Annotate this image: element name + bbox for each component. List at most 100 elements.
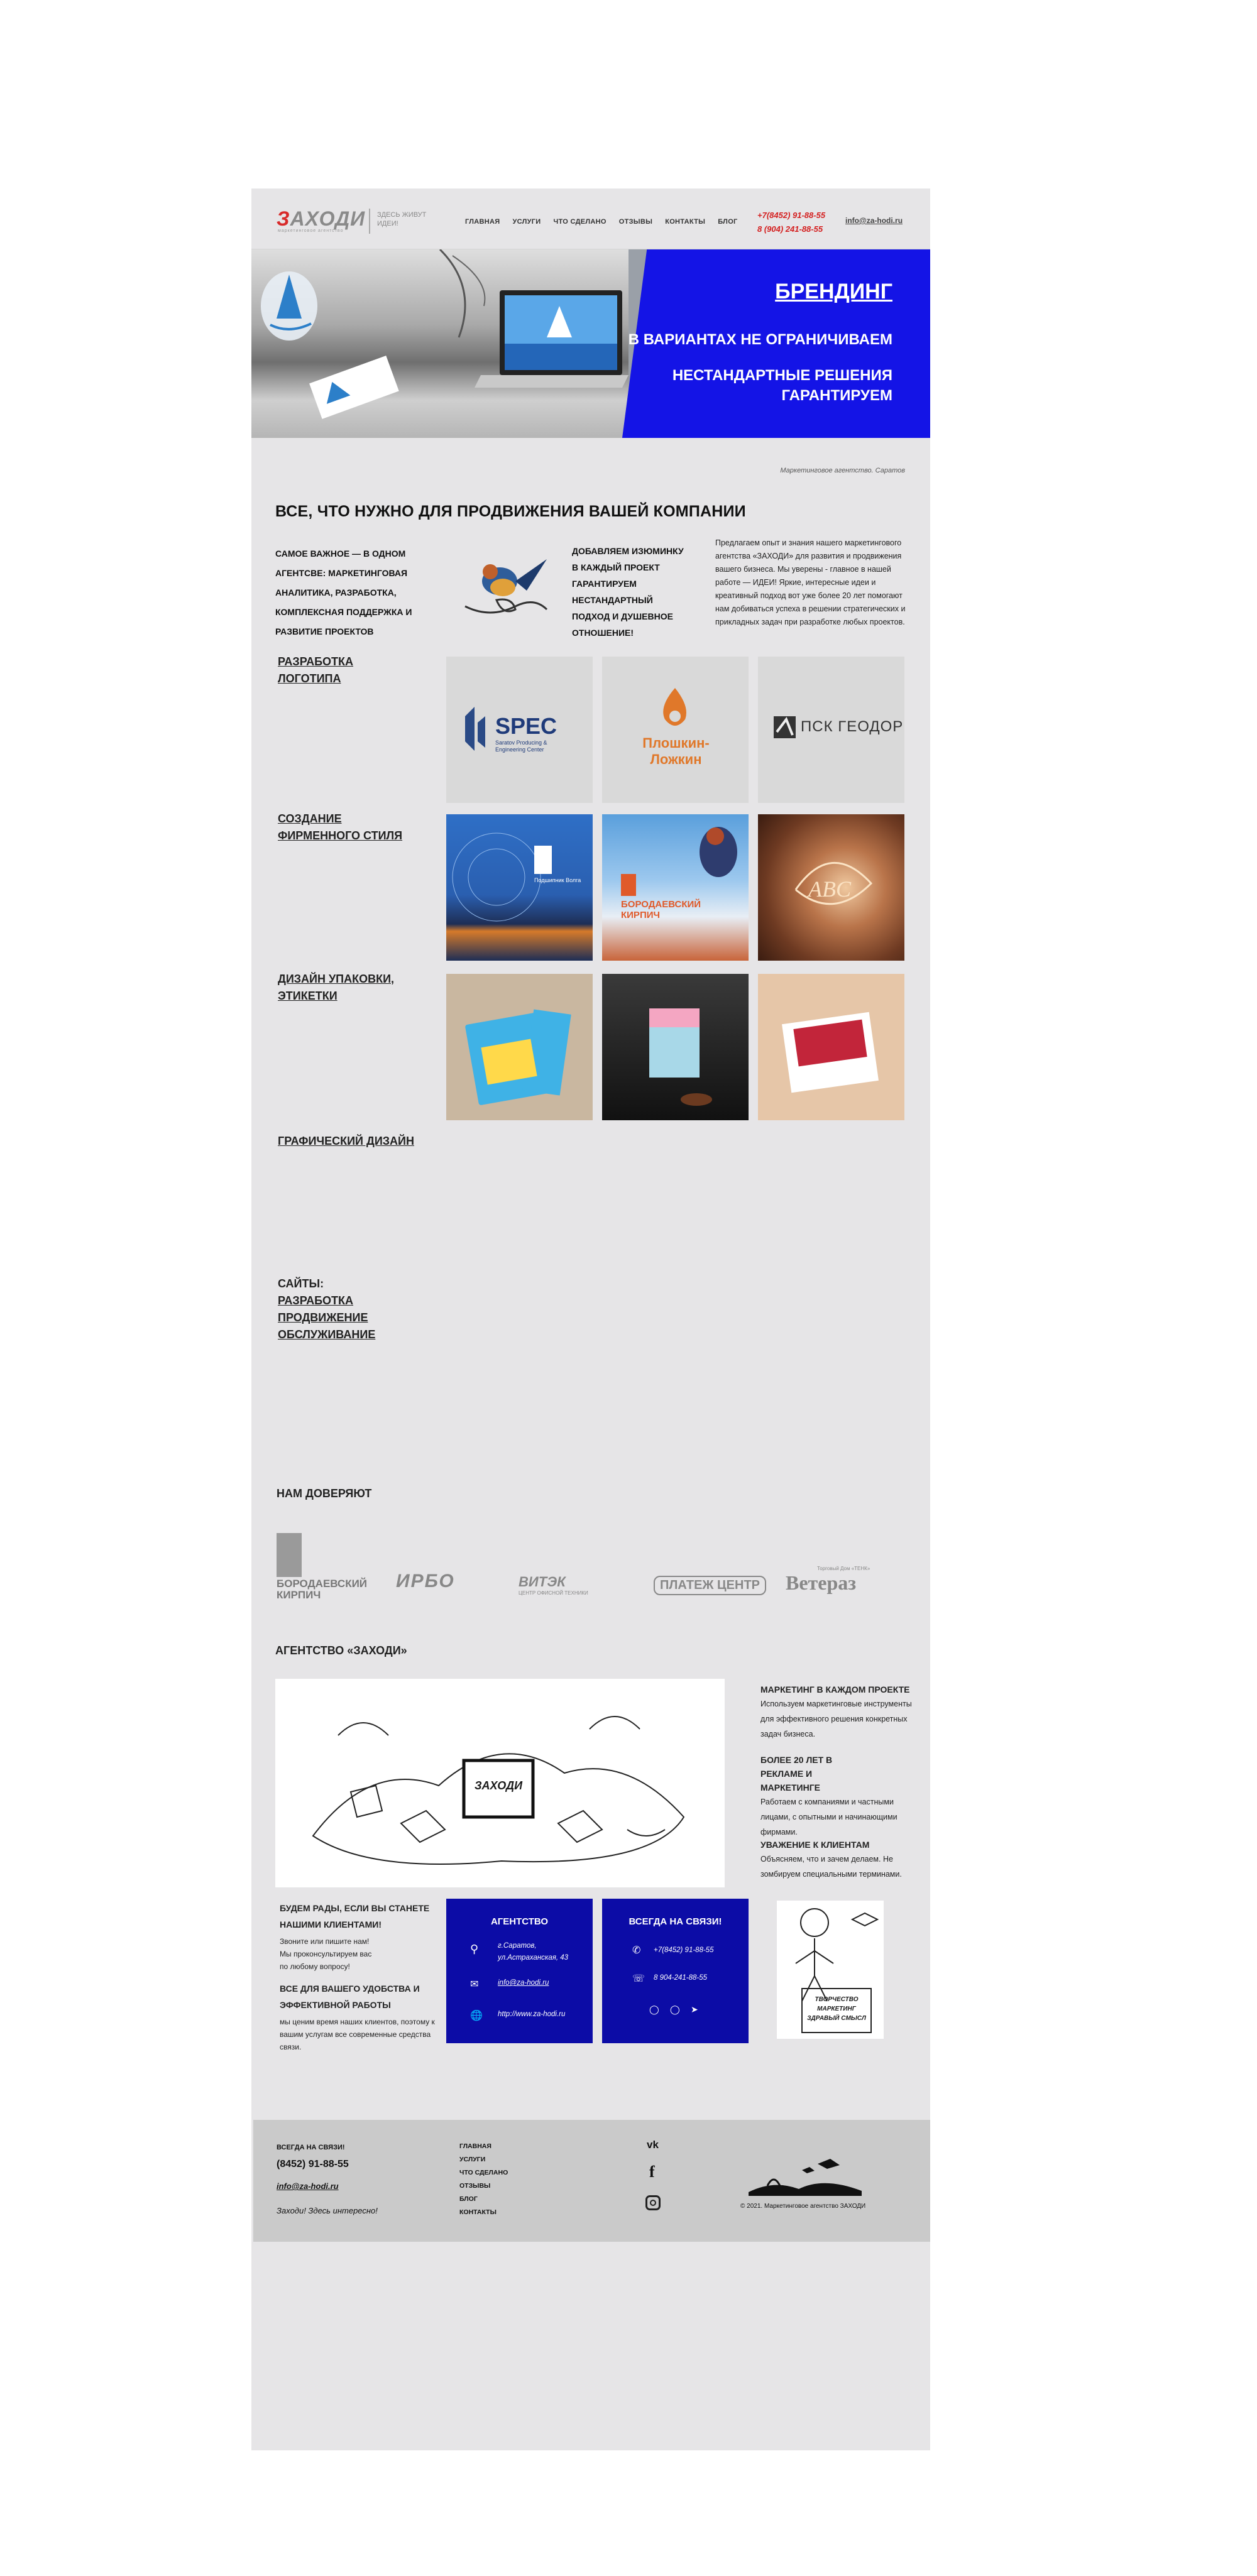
feature-respect: УВАЖЕНИЕ К КЛИЕНТАМ Объясняем, что и зач… (760, 1838, 918, 1882)
contact-ease-title: ВСЕ ДЛЯ ВАШЕГО УДОБСТВА И ЭФФЕКТИВНОЙ РА… (280, 1984, 420, 2010)
site-logo[interactable]: ЗАХОДИ (277, 207, 365, 231)
portfolio-tile-psk[interactable]: ПСК ГЕОДОР (758, 657, 904, 803)
portfolio-tile-boxes[interactable] (602, 974, 749, 1120)
footer-link-portfolio[interactable]: ЧТО СДЕЛАНО (459, 2166, 508, 2180)
footer-copyright: © 2021. Маркетинговое агентство ЗАХОДИ (740, 2203, 866, 2210)
footer-link-blog[interactable]: БЛОГ (459, 2193, 508, 2206)
hero-line-1: В ВАРИАНТАХ НЕ ОГРАНИЧИВАЕМ (628, 331, 892, 348)
facebook-icon[interactable]: f (649, 2163, 655, 2181)
header-phones: +7(8452) 91-88-55 8 (904) 241-88-55 (757, 209, 825, 236)
hero-caption: Маркетинговое агентство. Саратов (780, 467, 905, 474)
whatsapp-icon[interactable]: ◯ (670, 2004, 680, 2015)
header-phone-1[interactable]: +7(8452) 91-88-55 (757, 209, 825, 222)
trust-heading: НАМ ДОВЕРЯЮТ (277, 1487, 372, 1500)
logo-divider (369, 209, 370, 234)
feature-respect-text: Объясняем, что и зачем делаем. Не зомбир… (760, 1855, 902, 1879)
footer-link-services[interactable]: УСЛУГИ (459, 2153, 508, 2166)
feature-marketing-text: Используем маркетинговые инструменты для… (760, 1700, 912, 1738)
borodaevsky-word-1: БОРОДАЕВСКИЙ (621, 899, 701, 910)
section-style-link[interactable]: СОЗДАНИЕ ФИРМЕННОГО СТИЛЯ (278, 810, 403, 844)
section-logo-link[interactable]: РАЗРАБОТКА ЛОГОТИПА (278, 653, 353, 687)
sites-support-link[interactable]: ОБСЛУЖИВАНИЕ (278, 1326, 403, 1343)
footer-link-reviews[interactable]: ОТЗЫВЫ (459, 2180, 508, 2193)
poster-text: ТВОРЧЕСТВО МАРКЕТИНГ ЗДРАВЫЙ СМЫСЛ (807, 1996, 866, 2022)
portfolio-tile-borodaevsky[interactable]: БОРОДАЕВСКИЙ КИРПИЧ (602, 814, 749, 961)
portfolio-tile-podshipnik[interactable]: Подшипник Волга (446, 814, 593, 961)
footer-link-contacts[interactable]: КОНТАКТЫ (459, 2206, 508, 2219)
sites-promotion-link[interactable]: ПРОДВИЖЕНИЕ (278, 1309, 403, 1326)
portfolio-tile-spec[interactable]: SPEC Saratov Producing & Engineering Cen… (446, 657, 593, 803)
laptop-mockup-image (261, 249, 628, 419)
intro-right-text: Предлагаем опыт и знания нашего маркетин… (715, 538, 906, 626)
portfolio-tile-ploshkin[interactable]: Плошкин-Ложкин (602, 657, 749, 803)
footer-slogan: Заходи! Здесь интересно! (277, 2206, 378, 2215)
viber-icon[interactable]: ◯ (649, 2004, 659, 2015)
instagram-icon[interactable] (645, 2195, 661, 2210)
location-pin-icon: ⚲ (470, 1943, 479, 1955)
online-box-title: ВСЕГДА НА СВЯЗИ! (628, 1916, 722, 1927)
client-sub-vitek: ЦЕНТР ОФИСНОЙ ТЕХНИКИ (519, 1590, 588, 1596)
footer-link-home[interactable]: ГЛАВНАЯ (459, 2140, 508, 2153)
agency-email-link[interactable]: info@za-hodi.ru (498, 1979, 549, 1987)
swallow-illustration (464, 559, 548, 614)
telegram-icon[interactable]: ➤ (691, 2004, 698, 2015)
feature-marketing: МАРКЕТИНГ В КАЖДОМ ПРОЕКТЕ Используем ма… (760, 1683, 918, 1742)
client-logo-irbo: ИРБО (396, 1571, 455, 1592)
nav-blog[interactable]: БЛОГ (718, 218, 737, 226)
contact-welcome-text: Звоните или пишите нам! Мы проконсультир… (280, 1937, 372, 1971)
footer-nav: ГЛАВНАЯ УСЛУГИ ЧТО СДЕЛАНО ОТЗЫВЫ БЛОГ К… (459, 2140, 508, 2219)
client-name-platezh: ПЛАТЕЖ ЦЕНТР (660, 1578, 760, 1592)
nav-services[interactable]: УСЛУГИ (512, 218, 541, 226)
portfolio-tile-chocolate[interactable]: ABC (758, 814, 904, 961)
portfolio-tile-pencils[interactable] (446, 974, 593, 1120)
footer-sketch-logo (749, 2159, 862, 2196)
agency-box-title: АГЕНТСТВО (490, 1916, 549, 1927)
phone-icon: ✆ (632, 1945, 641, 1956)
section-graphic-link[interactable]: ГРАФИЧЕСКИЙ ДИЗАЙН (278, 1133, 435, 1150)
feature-experience-title: БОЛЕЕ 20 ЛЕТ В РЕКЛАМЕ И МАРКЕТИНГЕ (760, 1755, 833, 1793)
nav-home[interactable]: ГЛАВНАЯ (465, 218, 500, 226)
nav-portfolio[interactable]: ЧТО СДЕЛАНО (554, 218, 607, 226)
client-name-veteraz: Ветераз (786, 1571, 857, 1594)
client-logo-platezh: ПЛАТЕЖ ЦЕНТР (654, 1576, 766, 1595)
nav-reviews[interactable]: ОТЗЫВЫ (619, 218, 652, 226)
client-name-irbo: ИРБО (396, 1571, 455, 1591)
feature-experience: БОЛЕЕ 20 ЛЕТ В РЕКЛАМЕ И МАРКЕТИНГЕ Рабо… (760, 1753, 918, 1840)
podshipnik-text: Подшипник Волга (534, 877, 581, 883)
intro-middle-text: ДОБАВЛЯЕМ ИЗЮМИНКУ В КАЖДЫЙ ПРОЕКТ ГАРАН… (572, 546, 684, 638)
hero-banner: БРЕНДИНГ В ВАРИАНТАХ НЕ ОГРАНИЧИВАЕМ НЕС… (251, 249, 930, 438)
ploshkin-logo-text: Плошкин-Ложкин (642, 735, 710, 767)
nav-contacts[interactable]: КОНТАКТЫ (665, 218, 705, 226)
footer-email-link[interactable]: info@za-hodi.ru (277, 2181, 339, 2191)
hero-line-2: НЕСТАНДАРТНЫЕ РЕШЕНИЯ ГАРАНТИРУЕМ (672, 367, 892, 404)
site-header: ЗАХОДИ маркетинговое агентство ЗДЕСЬ ЖИВ… (251, 188, 930, 249)
section-package-link[interactable]: ДИЗАЙН УПАКОВКИ, ЭТИКЕТКИ (278, 971, 403, 1005)
client-logo-borodaevsky: БОРОДАЕВСКИЙ КИРПИЧ (277, 1533, 371, 1601)
vk-icon[interactable]: vk (647, 2139, 659, 2151)
agency-heading: АГЕНТСТВО «ЗАХОДИ» (275, 1644, 407, 1657)
borodaevsky-word-2: КИРПИЧ (621, 910, 661, 920)
client-name-vitek: ВИТЭК (519, 1574, 566, 1590)
contact-intro: БУДЕМ РАДЫ, ЕСЛИ ВЫ СТАНЕТЕ НАШИМИ КЛИЕН… (280, 1900, 440, 2053)
feature-respect-title: УВАЖЕНИЕ К КЛИЕНТАМ (760, 1840, 870, 1850)
portfolio-tile-candy[interactable] (758, 974, 904, 1120)
agency-address: г.Саратов, ул.Астраханская, 43 (498, 1942, 569, 1962)
feature-experience-text: Работаем с компаниями и частными лицами,… (760, 1798, 897, 1836)
sites-development-link[interactable]: РАЗРАБОТКА (278, 1292, 403, 1309)
agency-sketch-illustration: ЗАХОДИ (275, 1679, 725, 1887)
online-phone-1[interactable]: +7(8452) 91-88-55 (654, 1946, 714, 1954)
agency-contact-box: АГЕНТСТВО ⚲ г.Саратов, ул.Астраханская, … (446, 1899, 593, 2043)
hero-title: БРЕНДИНГ (775, 280, 892, 303)
section-sites: САЙТЫ: РАЗРАБОТКА ПРОДВИЖЕНИЕ ОБСЛУЖИВАН… (278, 1275, 403, 1343)
online-contact-box: ВСЕГДА НА СВЯЗИ! ✆ +7(8452) 91-88-55 ☏ 8… (602, 1899, 749, 2043)
agency-site-link[interactable]: http://www.za-hodi.ru (498, 2011, 565, 2018)
header-phone-2[interactable]: 8 (904) 241-88-55 (757, 222, 825, 236)
footer-phone[interactable]: (8452) 91-88-55 (277, 2159, 349, 2170)
contact-welcome-title: БУДЕМ РАДЫ, ЕСЛИ ВЫ СТАНЕТЕ НАШИМИ КЛИЕН… (280, 1903, 430, 1929)
client-logo-vitek: ВИТЭК ЦЕНТР ОФИСНОЙ ТЕХНИКИ (519, 1574, 588, 1596)
globe-icon: 🌐 (470, 2011, 483, 2021)
header-email-link[interactable]: info@za-hodi.ru (845, 216, 903, 225)
online-phone-2[interactable]: 8 904-241-88-55 (654, 1974, 707, 1982)
client-sub-veteraz: Торговый Дом «ТЕНК» (817, 1566, 870, 1571)
psk-logo-text: ПСК ГЕОДОР (801, 718, 904, 735)
